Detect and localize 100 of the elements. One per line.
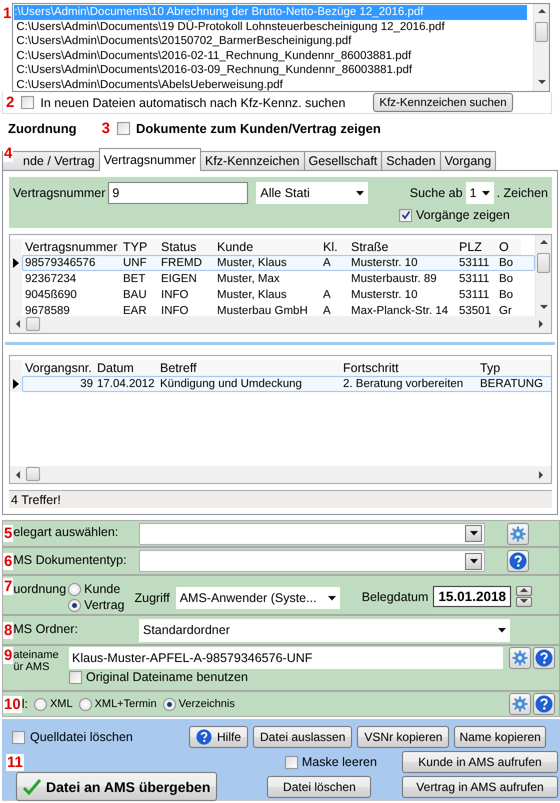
file-list-item[interactable]: C:\Users\Admin\Documents\2016-03-09_Rechnung_Kundennr_86003881.pdf [14,63,527,78]
folder-dropdown[interactable]: Standardordner [139,618,510,642]
table-cell-text: Bo [498,256,514,269]
checkbox-label: In neuen Dateien automatisch nach Kfz-Kennz. suchen [40,96,346,110]
settings-button[interactable] [509,647,531,669]
table-cell-text: EAR [122,304,148,316]
column-header[interactable]: Vertragsnummer [23,238,121,255]
radio-button[interactable] [68,598,82,612]
table-row[interactable]: 9678589 EAR INFO Musterbau GmbH A Max-Planck-Str. 14 53501 Gr [22,302,535,316]
column-header[interactable]: Typ [478,360,551,376]
table-cell-text: Max-Planck-Str. 14 [350,304,450,316]
table-cell-text: 9045ß690 [24,288,78,301]
marker-number: 10 [3,696,22,712]
gear-icon [510,526,526,542]
field-label: MS Dokumententyp: [13,552,127,566]
tab[interactable]: Vertragsnummer [98,148,201,171]
scrollbar[interactable] [535,234,551,316]
settings-button[interactable] [507,522,529,544]
scroll-thumb[interactable] [26,467,40,482]
scroll-thumb[interactable] [537,252,550,273]
table-row[interactable]: 98579346576 UNF FREMD Muster, Klaus A Musterstr. 10 53111 Bo [22,254,535,271]
radio-button[interactable] [78,698,92,710]
file-list-item[interactable]: C:\Users\Admin\Documents\20150702_BarmerBescheinigung.pdf [14,34,527,48]
help-icon [509,552,527,570]
contract-number-field[interactable]: 9 [108,182,248,204]
caret-icon [356,190,364,196]
scrollbar[interactable] [10,466,551,484]
scroll-thumb[interactable] [26,316,40,331]
radio-button[interactable] [34,698,47,710]
status-dropdown[interactable]: Alle Stati [256,182,368,204]
filename-field[interactable]: Klaus-Muster-APFEL-A-98579346576-UNF [69,647,503,669]
settings-button[interactable] [509,693,531,715]
table-cell-text: 92367234 [24,272,78,285]
tab[interactable]: Schaden [381,151,441,171]
scroll-thumb[interactable] [535,22,548,42]
tab[interactable]: Kfz-Kennzeichen [200,151,304,171]
checkbox[interactable] [284,756,298,768]
table-cell-text: A [322,288,332,301]
help-button[interactable]: Hilfe [189,726,248,748]
column-header[interactable]: Datum [95,360,158,376]
help-button[interactable] [507,550,529,572]
submit-button[interactable]: Datei an AMS übergeben [16,772,218,801]
open-customer-button[interactable]: Kunde in AMS aufrufen [402,751,558,773]
checkbox[interactable] [69,670,82,684]
table-cell-text: 98579346576 [24,256,96,269]
date-spinner[interactable] [516,586,532,607]
file-list[interactable] [12,3,550,92]
field-label: . Zeichen [496,186,548,200]
column-header[interactable]: O [497,238,521,255]
column-header[interactable]: Status [159,238,215,255]
column-header[interactable]: Kunde [215,238,321,255]
delete-file-button[interactable]: Datei löschen [267,776,372,798]
column-header[interactable]: Straße [349,238,457,255]
table-cell-text: Muster, Klaus [216,288,288,301]
table-row[interactable]: 9045ß690 BAU INFO Muster, Klaus A Musterstr. 10 53111 Bo [22,286,535,303]
checkbox-label: Dokumente zum Kunden/Vertrag zeigen [136,121,381,136]
column-header[interactable]: Kl. [321,238,349,255]
skip-file-button[interactable]: Datei auslassen [253,726,352,748]
column-header[interactable]: Fortschritt [341,360,478,376]
field-label: Suche ab [410,186,463,200]
field-label: elegart auswählen: [13,525,118,539]
table-row[interactable]: 39 17.04.2012 Kündigung und Umdeckung 2. Beratung vorbereiten BERATUNG [22,376,551,392]
file-list-item[interactable]: C:\Users\Admin\Documents\19 DÜ-Protokoll Lohnsteuerbescheinigung 12_2016.pdf [14,20,527,34]
checkbox[interactable] [399,208,412,222]
field-label: Zugriff [134,591,170,605]
table-cell-text: 53501 [458,304,492,316]
row-header[interactable] [10,376,22,392]
start-char-dropdown[interactable]: 1 [466,182,494,204]
checkbox[interactable] [12,730,25,744]
scrollbar[interactable] [10,316,551,333]
table-row[interactable]: 92367234 BET EIGEN Muster, Max Musterbaustr. 89 53111 Bo [22,270,535,287]
radio-button[interactable] [162,698,176,710]
help-button[interactable] [533,693,555,715]
search-plates-button[interactable]: Kfz-Kennzeichen suchen [373,93,513,112]
table-cell-text: INFO [160,304,190,316]
radio-label: XML [50,698,73,710]
access-dropdown[interactable]: AMS-Anwender (Syste... [176,587,340,609]
open-contract-button[interactable]: Vertrag in AMS aufrufen [402,776,558,798]
caret-icon [470,558,478,564]
column-header[interactable]: Vorgangsnr. [23,360,95,376]
column-header[interactable]: Betreff [158,360,341,376]
copy-name-button[interactable]: Name kopieren [454,726,546,748]
checkbox[interactable] [21,96,34,109]
date-field[interactable]: 15.01.2018 [433,586,511,607]
checkbox[interactable] [116,122,130,135]
tab[interactable]: Gesellschaft [304,151,382,171]
help-button[interactable] [533,647,555,669]
column-header[interactable]: TYP [121,238,159,255]
gear-icon [512,650,528,666]
column-header[interactable]: PLZ [457,238,497,255]
file-list-item[interactable]: C:\Users\Admin\Documents\2016-02-11_Rechnung_Kundennr_86003881.pdf [14,48,527,63]
caret-icon [498,628,506,632]
table-cell-text: Musterstr. 10 [350,256,418,269]
field-label: ateiname [13,649,59,661]
radio-button[interactable] [68,582,82,596]
table-cell-text: Muster, Klaus [216,256,288,269]
scrollbar[interactable] [533,4,549,91]
file-list-item[interactable]: C:\Users\Admin\Documents\AbelsUeberweisung.pdf [14,78,527,91]
tab[interactable]: Vorgang [440,151,496,171]
copy-vsnr-button[interactable]: VSNr kopieren [357,726,450,748]
